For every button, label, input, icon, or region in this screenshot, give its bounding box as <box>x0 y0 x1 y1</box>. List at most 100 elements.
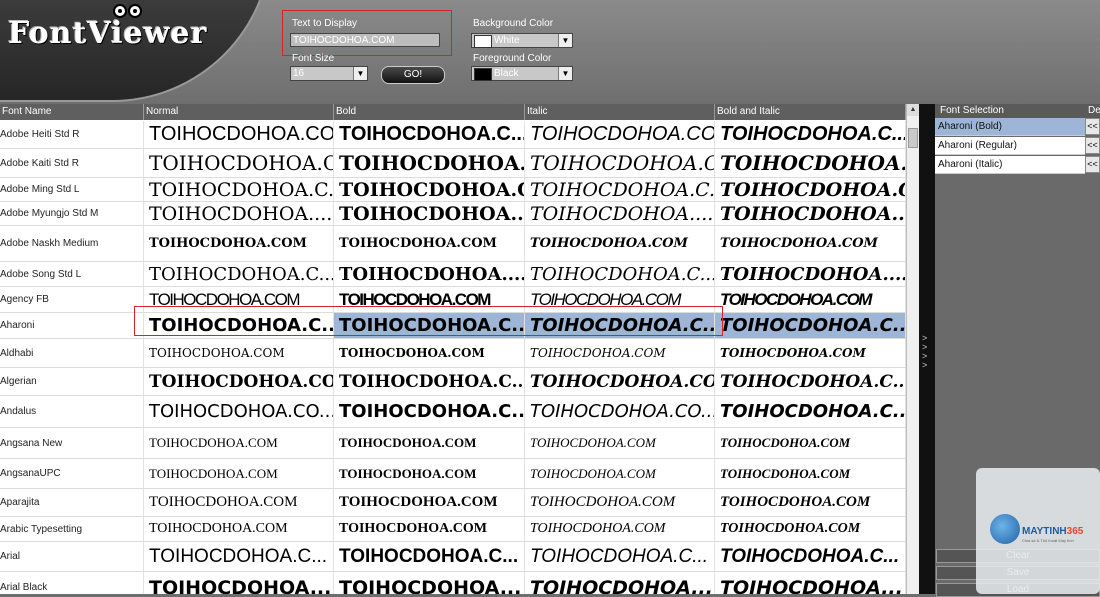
italic-sample-cell[interactable]: TOIHOCDOHOA.COM <box>525 226 715 261</box>
normal-sample-cell[interactable]: TOIHOCDOHOA.C... <box>144 149 334 177</box>
font-name-cell[interactable]: Adobe Naskh Medium <box>0 226 144 261</box>
table-row[interactable]: Aldhabi TOIHOCDOHOA.COM TOIHOCDOHOA.COM TOI… <box>0 339 906 368</box>
font-name-cell[interactable]: AngsanaUPC <box>0 459 144 488</box>
italic-sample-cell[interactable]: TOIHOCDOHOA.CO... <box>525 121 715 148</box>
font-name-cell[interactable]: Adobe Ming Std L <box>0 178 144 201</box>
bold-sample-cell[interactable]: TOIHOCDOHOA.COM <box>334 459 525 488</box>
bold-italic-sample-cell[interactable]: TOIHOCDOHOA.C... <box>715 121 906 148</box>
normal-sample-cell[interactable]: TOIHOCDOHOA.C... <box>144 262 334 286</box>
italic-sample-cell[interactable]: TOIHOCDOHOA.C... <box>525 542 715 571</box>
italic-sample-cell[interactable]: TOIHOCDOHOA.C... <box>525 178 715 201</box>
italic-sample-cell[interactable]: TOIHOCDOHOA.... <box>525 202 715 225</box>
normal-sample-cell[interactable]: TOIHOCDOHOA.COM <box>144 489 334 516</box>
selection-item[interactable]: Aharoni (Italic) <box>935 156 1085 174</box>
expand-arrows-icon[interactable]: > > > > <box>922 334 927 370</box>
bold-italic-sample-cell[interactable]: TOIHOCDOHOA.C... <box>715 542 906 571</box>
normal-sample-cell[interactable]: TOIHOCDOHOA.COM <box>144 428 334 458</box>
font-name-cell[interactable]: Adobe Myungjo Std M <box>0 202 144 225</box>
bold-sample-cell[interactable]: TOIHOCDOHOA.C... <box>334 149 525 177</box>
normal-sample-cell[interactable]: TOIHOCDOHOA.... <box>144 202 334 225</box>
italic-sample-cell[interactable]: TOIHOCDOHOA.CO... <box>525 396 715 427</box>
remove-button[interactable]: << <box>1085 137 1100 154</box>
scroll-up-icon[interactable]: ▲ <box>907 104 919 116</box>
bold-sample-cell[interactable]: TOIHOCDOHOA.COM <box>334 226 525 261</box>
italic-sample-cell[interactable]: TOIHOCDOHOA.COM <box>525 339 715 367</box>
normal-sample-cell[interactable]: TOIHOCDOHOA.C... <box>144 178 334 201</box>
bold-sample-cell[interactable]: TOIHOCDOHOA.... <box>334 262 525 286</box>
bold-italic-sample-cell[interactable]: TOIHOCDOHOA.C... <box>715 396 906 427</box>
normal-sample-cell[interactable]: TOIHOCDOHOA.C... <box>144 542 334 571</box>
normal-sample-cell[interactable]: TOIHOCDOHOA... <box>144 572 334 594</box>
normal-sample-cell[interactable]: TOIHOCDOHOA.COM <box>144 368 334 395</box>
normal-sample-cell[interactable]: TOIHOCDOHOA.COM <box>144 517 334 541</box>
font-name-cell[interactable]: Arial <box>0 542 144 571</box>
italic-sample-cell[interactable]: TOIHOCDOHOA.COM <box>525 459 715 488</box>
selection-item[interactable]: Aharoni (Regular) <box>935 137 1085 155</box>
font-name-cell[interactable]: Adobe Heiti Std R <box>0 121 144 148</box>
table-row[interactable]: Adobe Song Std L TOIHOCDOHOA.C... TOIHOCDO… <box>0 262 906 287</box>
bold-italic-sample-cell[interactable]: TOIHOCDOHOA.C... <box>715 149 906 177</box>
remove-button[interactable]: << <box>1085 156 1100 173</box>
italic-sample-cell[interactable]: TOIHOCDOHOA.C... <box>525 262 715 286</box>
bold-italic-sample-cell[interactable]: TOIHOCDOHOA.COM <box>715 517 906 541</box>
table-row[interactable]: Adobe Ming Std L TOIHOCDOHOA.C... TOIHOCDO… <box>0 178 906 202</box>
font-name-cell[interactable]: Aparajita <box>0 489 144 516</box>
table-row[interactable]: Adobe Naskh Medium TOIHOCDOHOA.COM TOIHOCD… <box>0 226 906 262</box>
selection-item[interactable]: Aharoni (Bold) <box>935 118 1085 136</box>
bold-italic-sample-cell[interactable]: TOIHOCDOHOA.COM <box>715 287 906 312</box>
remove-button[interactable]: << <box>1085 118 1100 135</box>
normal-sample-cell[interactable]: TOIHOCDOHOA.CO... <box>144 121 334 148</box>
table-row[interactable]: Adobe Heiti Std R TOIHOCDOHOA.CO... TOIHOC… <box>0 121 906 149</box>
table-row[interactable]: Arial Black TOIHOCDOHOA... TOIHOCDOHOA... T… <box>0 572 906 594</box>
font-name-cell[interactable]: Adobe Song Std L <box>0 262 144 286</box>
bold-italic-sample-cell[interactable]: TOIHOCDOHOA.C... <box>715 178 906 201</box>
bold-italic-sample-cell[interactable]: TOIHOCDOHOA... <box>715 572 906 594</box>
italic-sample-cell[interactable]: TOIHOCDOHOA.COM <box>525 489 715 516</box>
italic-sample-cell[interactable]: TOIHOCDOHOA... <box>525 572 715 594</box>
bold-italic-sample-cell[interactable]: TOIHOCDOHOA.COM <box>715 459 906 488</box>
font-name-cell[interactable]: Andalus <box>0 396 144 427</box>
font-name-cell[interactable]: Adobe Kaiti Std R <box>0 149 144 177</box>
table-row[interactable]: Arial TOIHOCDOHOA.C... TOIHOCDOHOA.C... TOI… <box>0 542 906 572</box>
background-color-select[interactable]: White ▼ <box>471 33 573 48</box>
font-name-cell[interactable]: Agency FB <box>0 287 144 312</box>
bold-italic-sample-cell[interactable]: TOIHOCDOHOA.... <box>715 202 906 225</box>
column-header-normal[interactable]: Normal <box>144 104 334 120</box>
bold-italic-sample-cell[interactable]: TOIHOCDOHOA.COM <box>715 428 906 458</box>
bold-italic-sample-cell[interactable]: TOIHOCDOHOA.... <box>715 262 906 286</box>
font-name-cell[interactable]: Aldhabi <box>0 339 144 367</box>
scroll-thumb[interactable] <box>908 128 918 148</box>
table-row[interactable]: Adobe Kaiti Std RTOIHOCDOHOA.C...TOIHOCD… <box>0 149 906 178</box>
normal-sample-cell[interactable]: TOIHOCDOHOA.COM <box>144 226 334 261</box>
font-name-cell[interactable]: Angsana New <box>0 428 144 458</box>
column-header-italic[interactable]: Italic <box>525 104 715 120</box>
bold-sample-cell[interactable]: TOIHOCDOHOA.C... <box>334 396 525 427</box>
foreground-color-select[interactable]: Black ▼ <box>471 66 573 81</box>
column-header-bold-italic[interactable]: Bold and Italic <box>715 104 906 120</box>
table-row[interactable]: Aparajita TOIHOCDOHOA.COM TOIHOCDOHOA.COM T… <box>0 489 906 517</box>
normal-sample-cell[interactable]: TOIHOCDOHOA.COM <box>144 459 334 488</box>
bold-italic-sample-cell[interactable]: TOIHOCDOHOA.COM <box>715 489 906 516</box>
bold-sample-cell[interactable]: TOIHOCDOHOA.C... <box>334 178 525 201</box>
table-row[interactable]: AlgerianTOIHOCDOHOA.COMTOIHOCDOHOA.C...T… <box>0 368 906 396</box>
bold-italic-sample-cell[interactable]: TOIHOCDOHOA.COM <box>715 226 906 261</box>
normal-sample-cell[interactable]: TOIHOCDOHOA.COM <box>144 339 334 367</box>
bold-sample-cell[interactable]: TOIHOCDOHOA.COM <box>334 517 525 541</box>
bold-sample-cell[interactable]: TOIHOCDOHOA.COM <box>334 489 525 516</box>
table-row[interactable]: Andalus TOIHOCDOHOA.CO... TOIHOCDOHOA.C...… <box>0 396 906 428</box>
bold-italic-sample-cell[interactable]: TOIHOCDOHOA.C... <box>715 313 906 338</box>
bold-sample-cell[interactable]: TOIHOCDOHOA.C... <box>334 121 525 148</box>
bold-sample-cell[interactable]: TOIHOCDOHOA.COM <box>334 428 525 458</box>
bold-sample-cell[interactable]: TOIHOCDOHOA.COM <box>334 339 525 367</box>
bold-sample-cell[interactable]: TOIHOCDOHOA.C... <box>334 368 525 395</box>
bold-sample-cell[interactable]: TOIHOCDOHOA... <box>334 572 525 594</box>
table-row[interactable]: Angsana New TOIHOCDOHOA.COM TOIHOCDOHOA.CO… <box>0 428 906 459</box>
font-name-cell[interactable]: Arial Black <box>0 572 144 594</box>
table-row[interactable]: Arabic Typesetting TOIHOCDOHOA.COM TOIHOCD… <box>0 517 906 542</box>
text-to-display-input[interactable]: TOIHOCDOHOA.COM <box>290 33 440 47</box>
table-row[interactable]: Adobe Myungjo Std M TOIHOCDOHOA.... TOIHOC… <box>0 202 906 226</box>
italic-sample-cell[interactable]: TOIHOCDOHOA.COM <box>525 428 715 458</box>
bold-italic-sample-cell[interactable]: TOIHOCDOHOA.C... <box>715 368 906 395</box>
font-name-cell[interactable]: Aharoni <box>0 313 144 338</box>
font-name-cell[interactable]: Algerian <box>0 368 144 395</box>
